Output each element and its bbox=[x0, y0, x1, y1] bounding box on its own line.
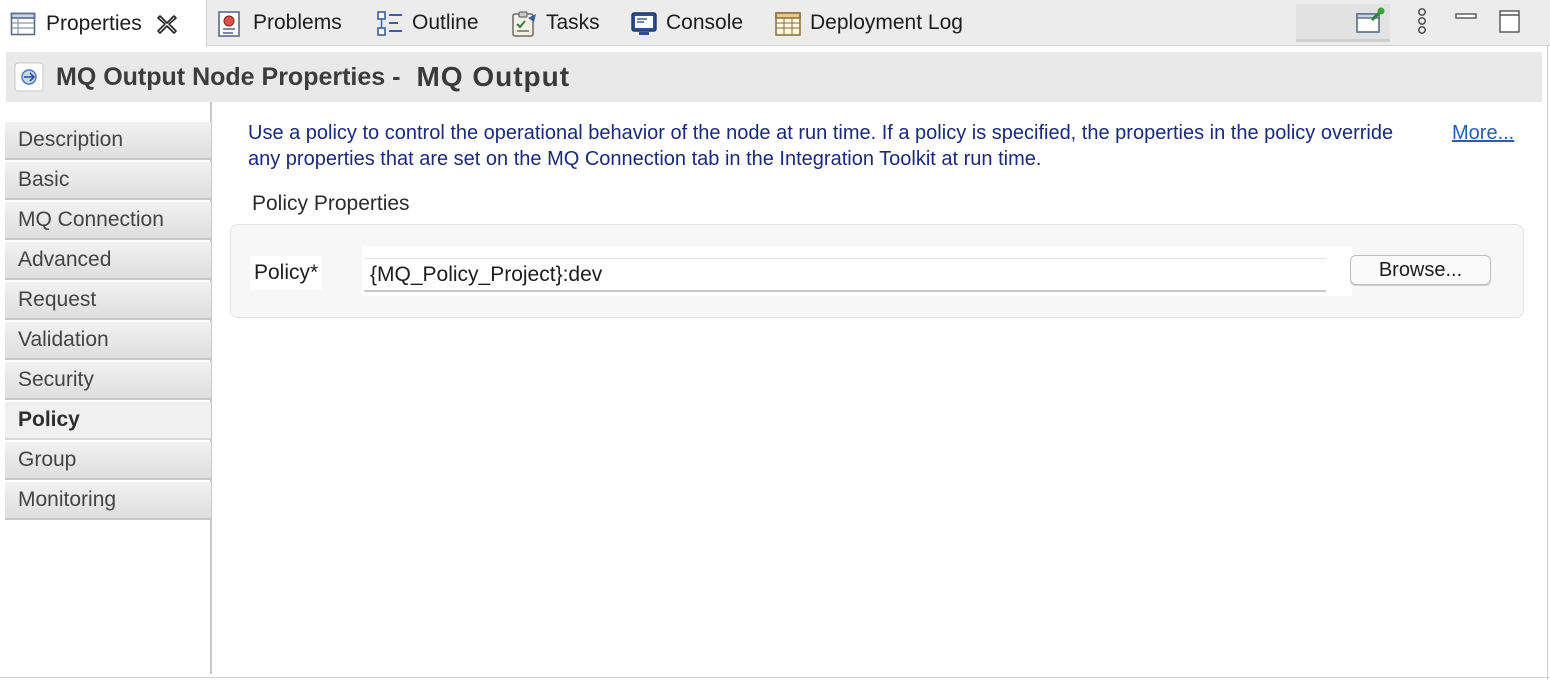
tasks-icon bbox=[510, 10, 536, 37]
problems-icon bbox=[217, 10, 243, 37]
sidebar-item-validation[interactable]: Validation bbox=[5, 322, 211, 360]
tab-label: Outline bbox=[412, 11, 479, 34]
sidebar-item-label: Policy bbox=[18, 408, 80, 431]
section-title: Policy Properties bbox=[252, 192, 410, 215]
sidebar-item-label: Security bbox=[18, 368, 94, 391]
sidebar-item-security[interactable]: Security bbox=[5, 362, 211, 400]
minimize-icon[interactable] bbox=[1450, 6, 1482, 38]
sidebar-item-group[interactable]: Group bbox=[5, 442, 211, 480]
sidebar-item-label: MQ Connection bbox=[18, 208, 164, 231]
sidebar-item-description[interactable]: Description bbox=[5, 122, 211, 160]
sidebar-item-basic[interactable]: Basic bbox=[5, 162, 211, 200]
tab-label: Tasks bbox=[546, 11, 600, 34]
properties-table-icon bbox=[10, 11, 36, 37]
maximize-icon[interactable] bbox=[1494, 6, 1526, 38]
node-name: MQ Output bbox=[416, 61, 571, 92]
tab-problems[interactable]: Problems bbox=[217, 0, 342, 46]
mq-output-node-icon bbox=[14, 62, 44, 92]
tab-properties[interactable]: Properties bbox=[0, 0, 207, 47]
deployment-log-icon bbox=[774, 10, 801, 36]
sidebar-item-label: Monitoring bbox=[18, 488, 117, 511]
tab-console[interactable]: Console bbox=[630, 0, 743, 46]
sidebar-item-request[interactable]: Request bbox=[5, 282, 211, 320]
tab-outline[interactable]: Outline bbox=[376, 0, 479, 46]
tab-label: Deployment Log bbox=[810, 11, 963, 34]
policy-field-label: Policy* bbox=[250, 256, 323, 290]
tab-deployment-log[interactable]: Deployment Log bbox=[774, 0, 963, 46]
view-tab-bar: Properties Problems Outline Tasks Consol… bbox=[0, 0, 1550, 47]
properties-sidebar: Description Basic MQ Connection Advanced… bbox=[0, 102, 212, 674]
sidebar-item-label: Basic bbox=[18, 168, 70, 191]
sidebar-item-monitoring[interactable]: Monitoring bbox=[5, 482, 211, 520]
pin-editor-icon[interactable] bbox=[1354, 6, 1386, 38]
tab-label: Problems bbox=[253, 11, 342, 34]
sidebar-item-label: Group bbox=[18, 448, 77, 471]
sidebar-item-mq-connection[interactable]: MQ Connection bbox=[5, 202, 211, 240]
sidebar-item-policy[interactable]: Policy bbox=[5, 402, 211, 440]
more-link[interactable]: More... bbox=[1452, 122, 1514, 145]
console-icon bbox=[630, 10, 657, 36]
sidebar-item-label: Request bbox=[18, 288, 97, 311]
policy-input[interactable] bbox=[364, 258, 1326, 292]
outline-icon bbox=[376, 10, 402, 36]
page-title: MQ Output Node Properties - bbox=[56, 62, 401, 91]
view-frame-bottom bbox=[0, 677, 1550, 678]
sidebar-item-label: Description bbox=[18, 128, 124, 151]
tab-tasks[interactable]: Tasks bbox=[510, 0, 600, 46]
sidebar-item-label: Validation bbox=[18, 328, 109, 351]
view-frame-right bbox=[1547, 46, 1548, 680]
tab-label: Console bbox=[666, 11, 744, 34]
sidebar-item-advanced[interactable]: Advanced bbox=[5, 242, 211, 280]
sidebar-item-label: Advanced bbox=[18, 248, 112, 271]
policy-description: Use a policy to control the operational … bbox=[248, 122, 1394, 170]
properties-title-bar: MQ Output Node Properties - MQ Output bbox=[6, 52, 1542, 102]
browse-button[interactable]: Browse... bbox=[1350, 255, 1491, 285]
tab-label: Properties bbox=[46, 11, 142, 35]
close-icon[interactable] bbox=[156, 13, 178, 35]
view-menu-icon[interactable] bbox=[1406, 6, 1438, 38]
policy-field-container bbox=[362, 246, 1352, 296]
